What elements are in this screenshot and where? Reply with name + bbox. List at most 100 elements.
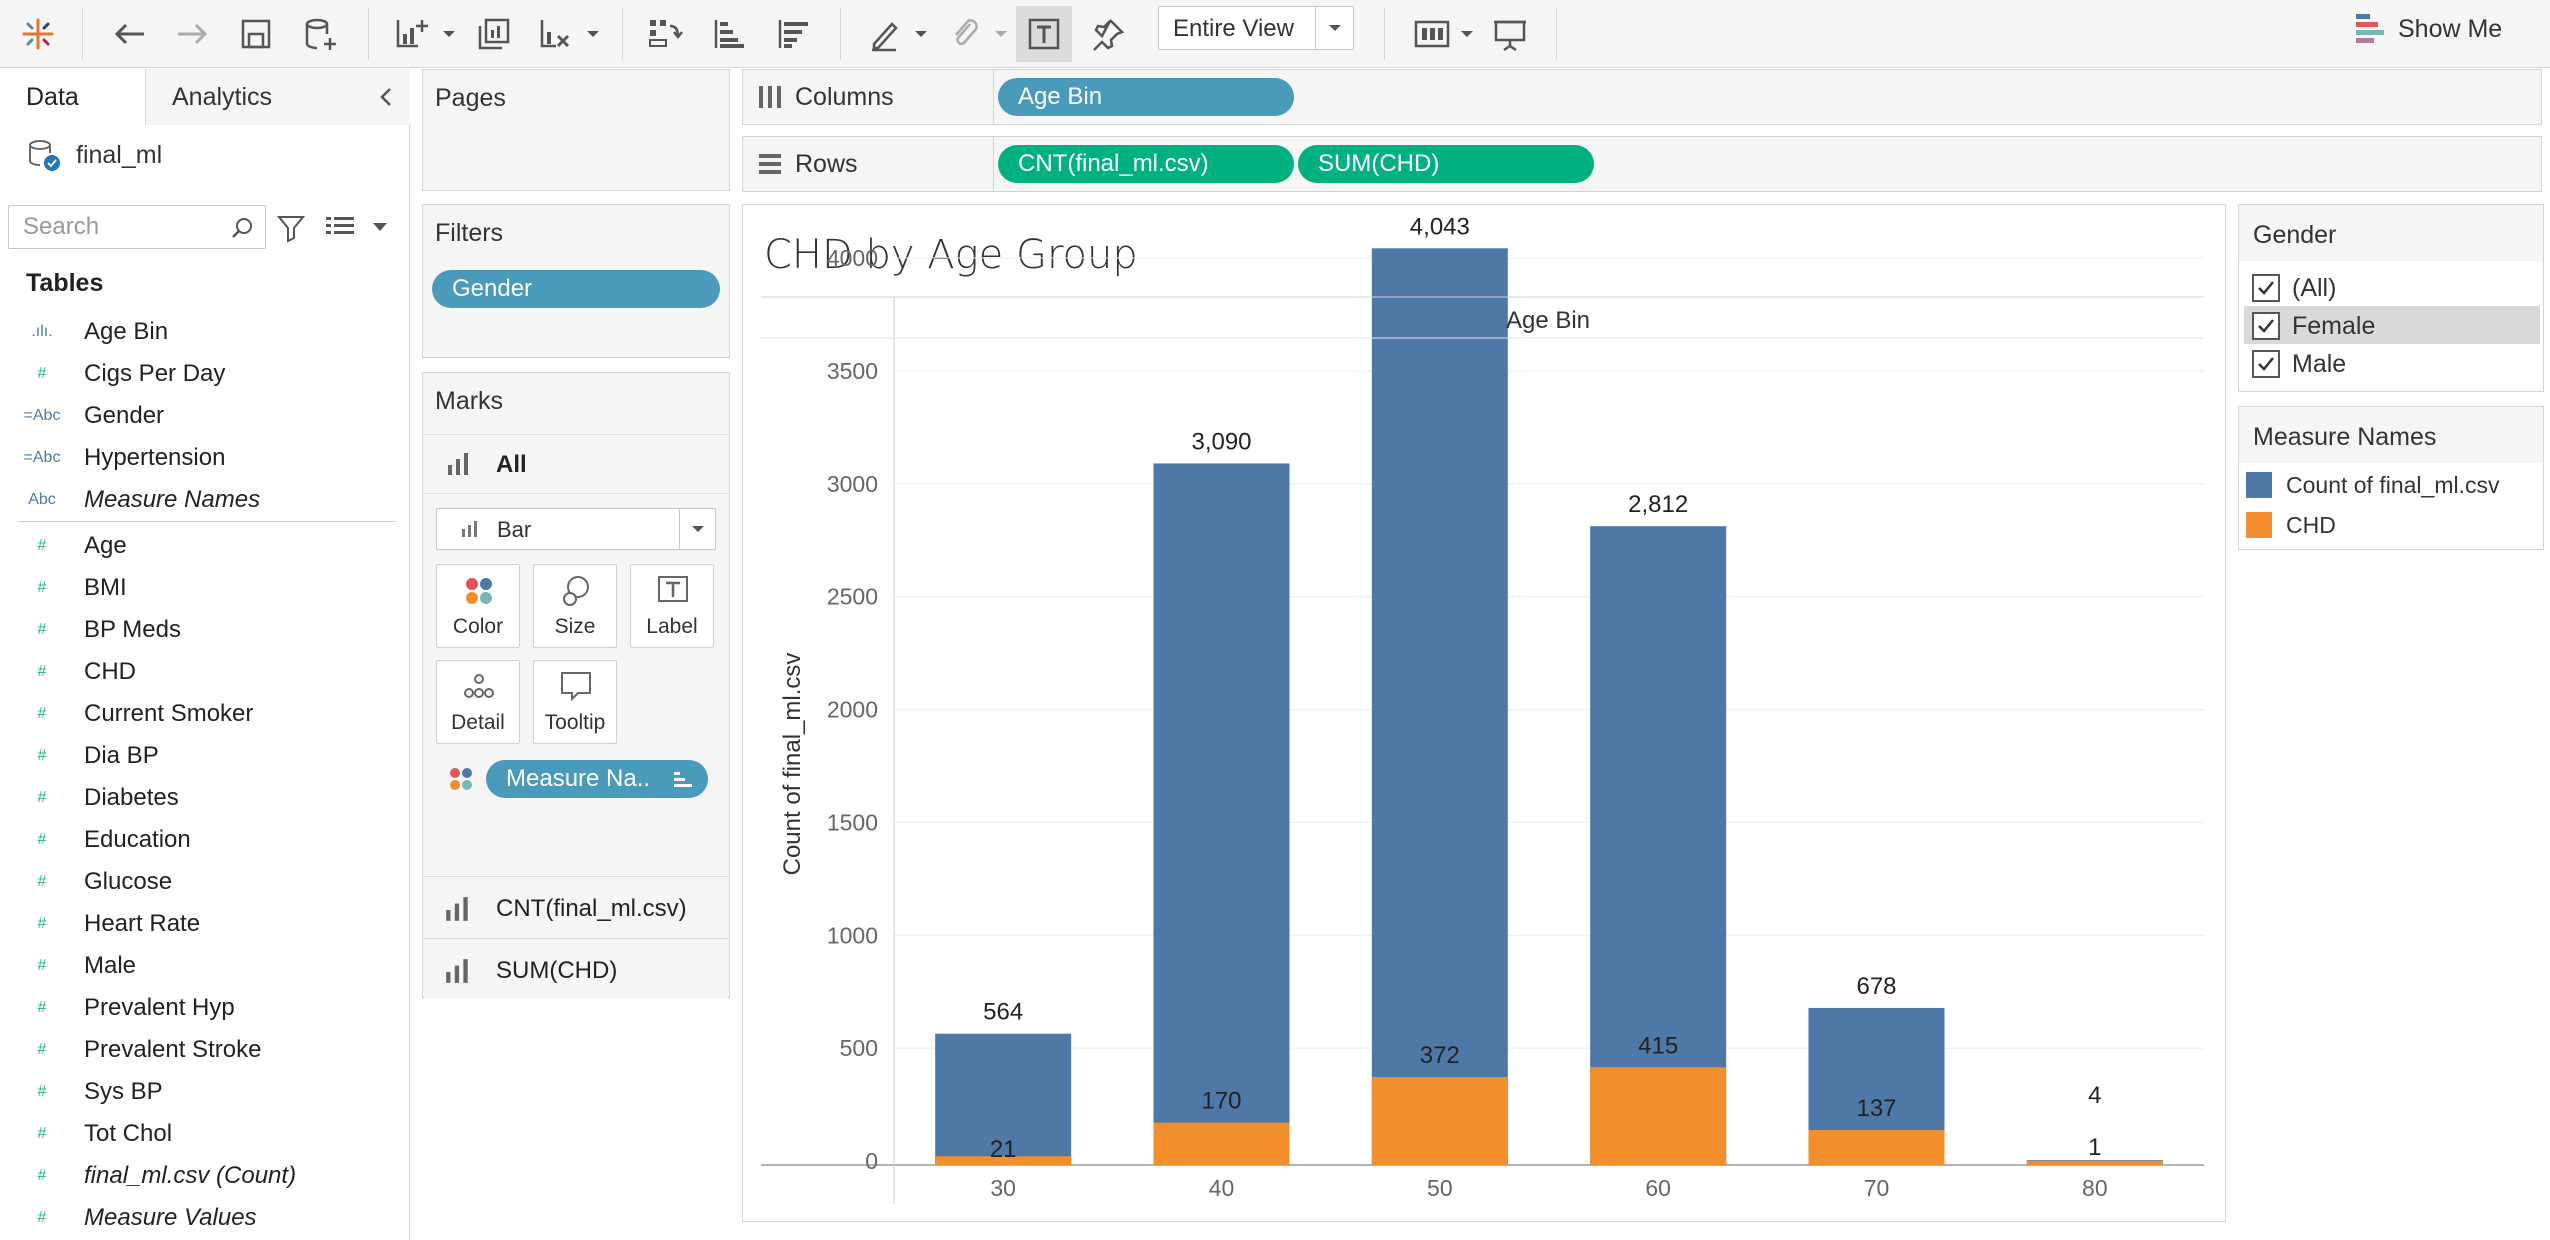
field-item-hypertension[interactable]: =Abc Hypertension [0,438,400,478]
tab-analytics[interactable]: Analytics [146,69,410,125]
field-item-final-ml-count[interactable]: # final_ml.csv (Count) [0,1156,400,1196]
y-axis-title[interactable]: Count of final_ml.csv [779,653,806,876]
chevron-down-icon[interactable] [679,509,715,549]
x-tick-label: 70 [1864,1175,1890,1201]
field-item-age[interactable]: # Age [0,526,400,566]
data-label-chd: 1 [2088,1134,2101,1161]
duplicate-sheet-icon[interactable] [466,6,522,62]
marks-tab-cnt[interactable]: CNT(final_ml.csv) [424,876,728,936]
swap-rows-columns-icon[interactable] [636,6,692,62]
field-item-current-smoker[interactable]: # Current Smoker [0,694,400,734]
undo-icon[interactable] [102,6,158,62]
bar-chd[interactable] [1808,1130,1945,1165]
gender-option-male[interactable]: Male [2244,344,2540,382]
label-button[interactable]: Label [630,564,714,648]
field-item-prevalent-hyp[interactable]: # Prevalent Hyp [0,988,400,1028]
new-worksheet-icon[interactable] [382,6,438,62]
color-button[interactable]: Color [436,564,520,648]
search-row [8,205,403,249]
field-item-heart-rate[interactable]: # Heart Rate [0,904,400,944]
field-name: Glucose [84,868,173,895]
bar-chd[interactable] [1590,1067,1727,1165]
legend-item-chd[interactable]: CHD [2246,506,2536,542]
checkbox-icon[interactable] [2252,350,2280,378]
color-pill-measure-names[interactable]: Measure Na.. [486,760,708,798]
clear-sheet-dropdown-icon[interactable] [584,22,602,46]
new-worksheet-dropdown-icon[interactable] [440,22,458,46]
bar-chd[interactable] [1371,1077,1508,1165]
bar-count[interactable] [1371,248,1508,1166]
mark-type-dropdown[interactable]: Bar [436,508,716,550]
highlight-dropdown-icon[interactable] [912,22,930,46]
datasource-item[interactable]: final_ml [26,135,162,175]
row-pill-cnt[interactable]: CNT(final_ml.csv) [998,145,1294,183]
new-data-source-icon[interactable] [292,6,348,62]
redo-icon[interactable] [164,6,220,62]
field-item-age-bin[interactable]: .ılı. Age Bin [0,312,400,352]
show-cards-icon[interactable] [1404,6,1460,62]
bar-count[interactable] [1153,463,1290,1165]
tab-data[interactable]: Data [0,69,146,125]
checkbox-icon[interactable] [2252,312,2280,340]
field-name: Heart Rate [84,910,201,937]
chevron-down-icon[interactable] [1315,7,1353,49]
filter-icon[interactable] [276,213,306,243]
field-name: Current Smoker [84,700,254,727]
field-item-measure-names[interactable]: Abc Measure Names [0,480,400,520]
detail-button[interactable]: Detail [436,660,520,744]
pages-shelf[interactable]: Pages [422,69,730,191]
field-item-prevalent-stroke[interactable]: # Prevalent Stroke [0,1030,400,1070]
size-button[interactable]: Size [533,564,617,648]
field-item-gender[interactable]: =Abc Gender [0,396,400,436]
collapse-pane-icon[interactable] [376,85,398,109]
view-as-list-icon[interactable] [326,215,356,241]
highlight-icon[interactable] [856,6,912,62]
number-icon: # [37,1167,47,1184]
row-pill-sum-chd[interactable]: SUM(CHD) [1298,145,1594,183]
x-tick-label: 30 [990,1175,1016,1201]
field-item-diabetes[interactable]: # Diabetes [0,778,400,818]
gender-option-female[interactable]: Female [2244,306,2540,344]
group-dropdown-icon[interactable] [992,22,1010,46]
fix-axes-pin-icon[interactable] [1080,6,1136,62]
field-item-bp-meds[interactable]: # BP Meds [0,610,400,650]
bar-chd[interactable] [1153,1122,1290,1165]
search-box[interactable] [8,205,266,249]
bar-chart[interactable]: 0 500 1000 1500 2000 2500 3000 3500 4000 564 21 30 3… [742,204,2226,1222]
field-item-chd[interactable]: # CHD [0,652,400,692]
gender-option-all[interactable]: (All) [2244,268,2540,306]
show-me-button[interactable]: Show Me [2356,10,2536,48]
sort-ascending-icon[interactable] [700,6,756,62]
show-mark-labels-icon[interactable] [1016,6,1072,62]
checkbox-icon[interactable] [2252,274,2280,302]
show-cards-dropdown-icon[interactable] [1458,22,1476,46]
field-item-tot-chol[interactable]: # Tot Chol [0,1114,400,1154]
tableau-logo-icon[interactable] [10,6,66,62]
field-item-bmi[interactable]: # BMI [0,568,400,608]
field-item-cigs-per-day[interactable]: # Cigs Per Day [0,354,400,394]
field-item-measure-values[interactable]: # Measure Values [0,1198,400,1238]
field-item-dia-bp[interactable]: # Dia BP [0,736,400,776]
bar-chd[interactable] [2026,1160,2163,1165]
clear-sheet-icon[interactable] [526,6,582,62]
marks-all-tab[interactable]: All [424,434,728,494]
filter-pill-gender[interactable]: Gender [432,270,720,308]
tooltip-button[interactable]: Tooltip [533,660,617,744]
fit-dropdown[interactable]: Entire View [1158,6,1354,50]
search-input[interactable] [23,212,223,242]
legend-item-count[interactable]: Count of final_ml.csv [2246,466,2536,502]
group-members-icon[interactable] [936,6,992,62]
field-item-glucose[interactable]: # Glucose [0,862,400,902]
chevron-down-icon[interactable] [372,221,388,233]
field-item-male[interactable]: # Male [0,946,400,986]
field-item-education[interactable]: # Education [0,820,400,860]
presentation-mode-icon[interactable] [1482,6,1538,62]
marks-tab-sum-chd[interactable]: SUM(CHD) [424,938,728,998]
y-tick-label: 2500 [827,584,878,610]
field-item-sys-bp[interactable]: # Sys BP [0,1072,400,1112]
number-icon: # [37,705,47,722]
column-pill-age-bin[interactable]: Age Bin [998,78,1294,116]
sort-descending-icon[interactable] [764,6,820,62]
show-me-label: Show Me [2398,14,2503,43]
save-icon[interactable] [228,6,284,62]
